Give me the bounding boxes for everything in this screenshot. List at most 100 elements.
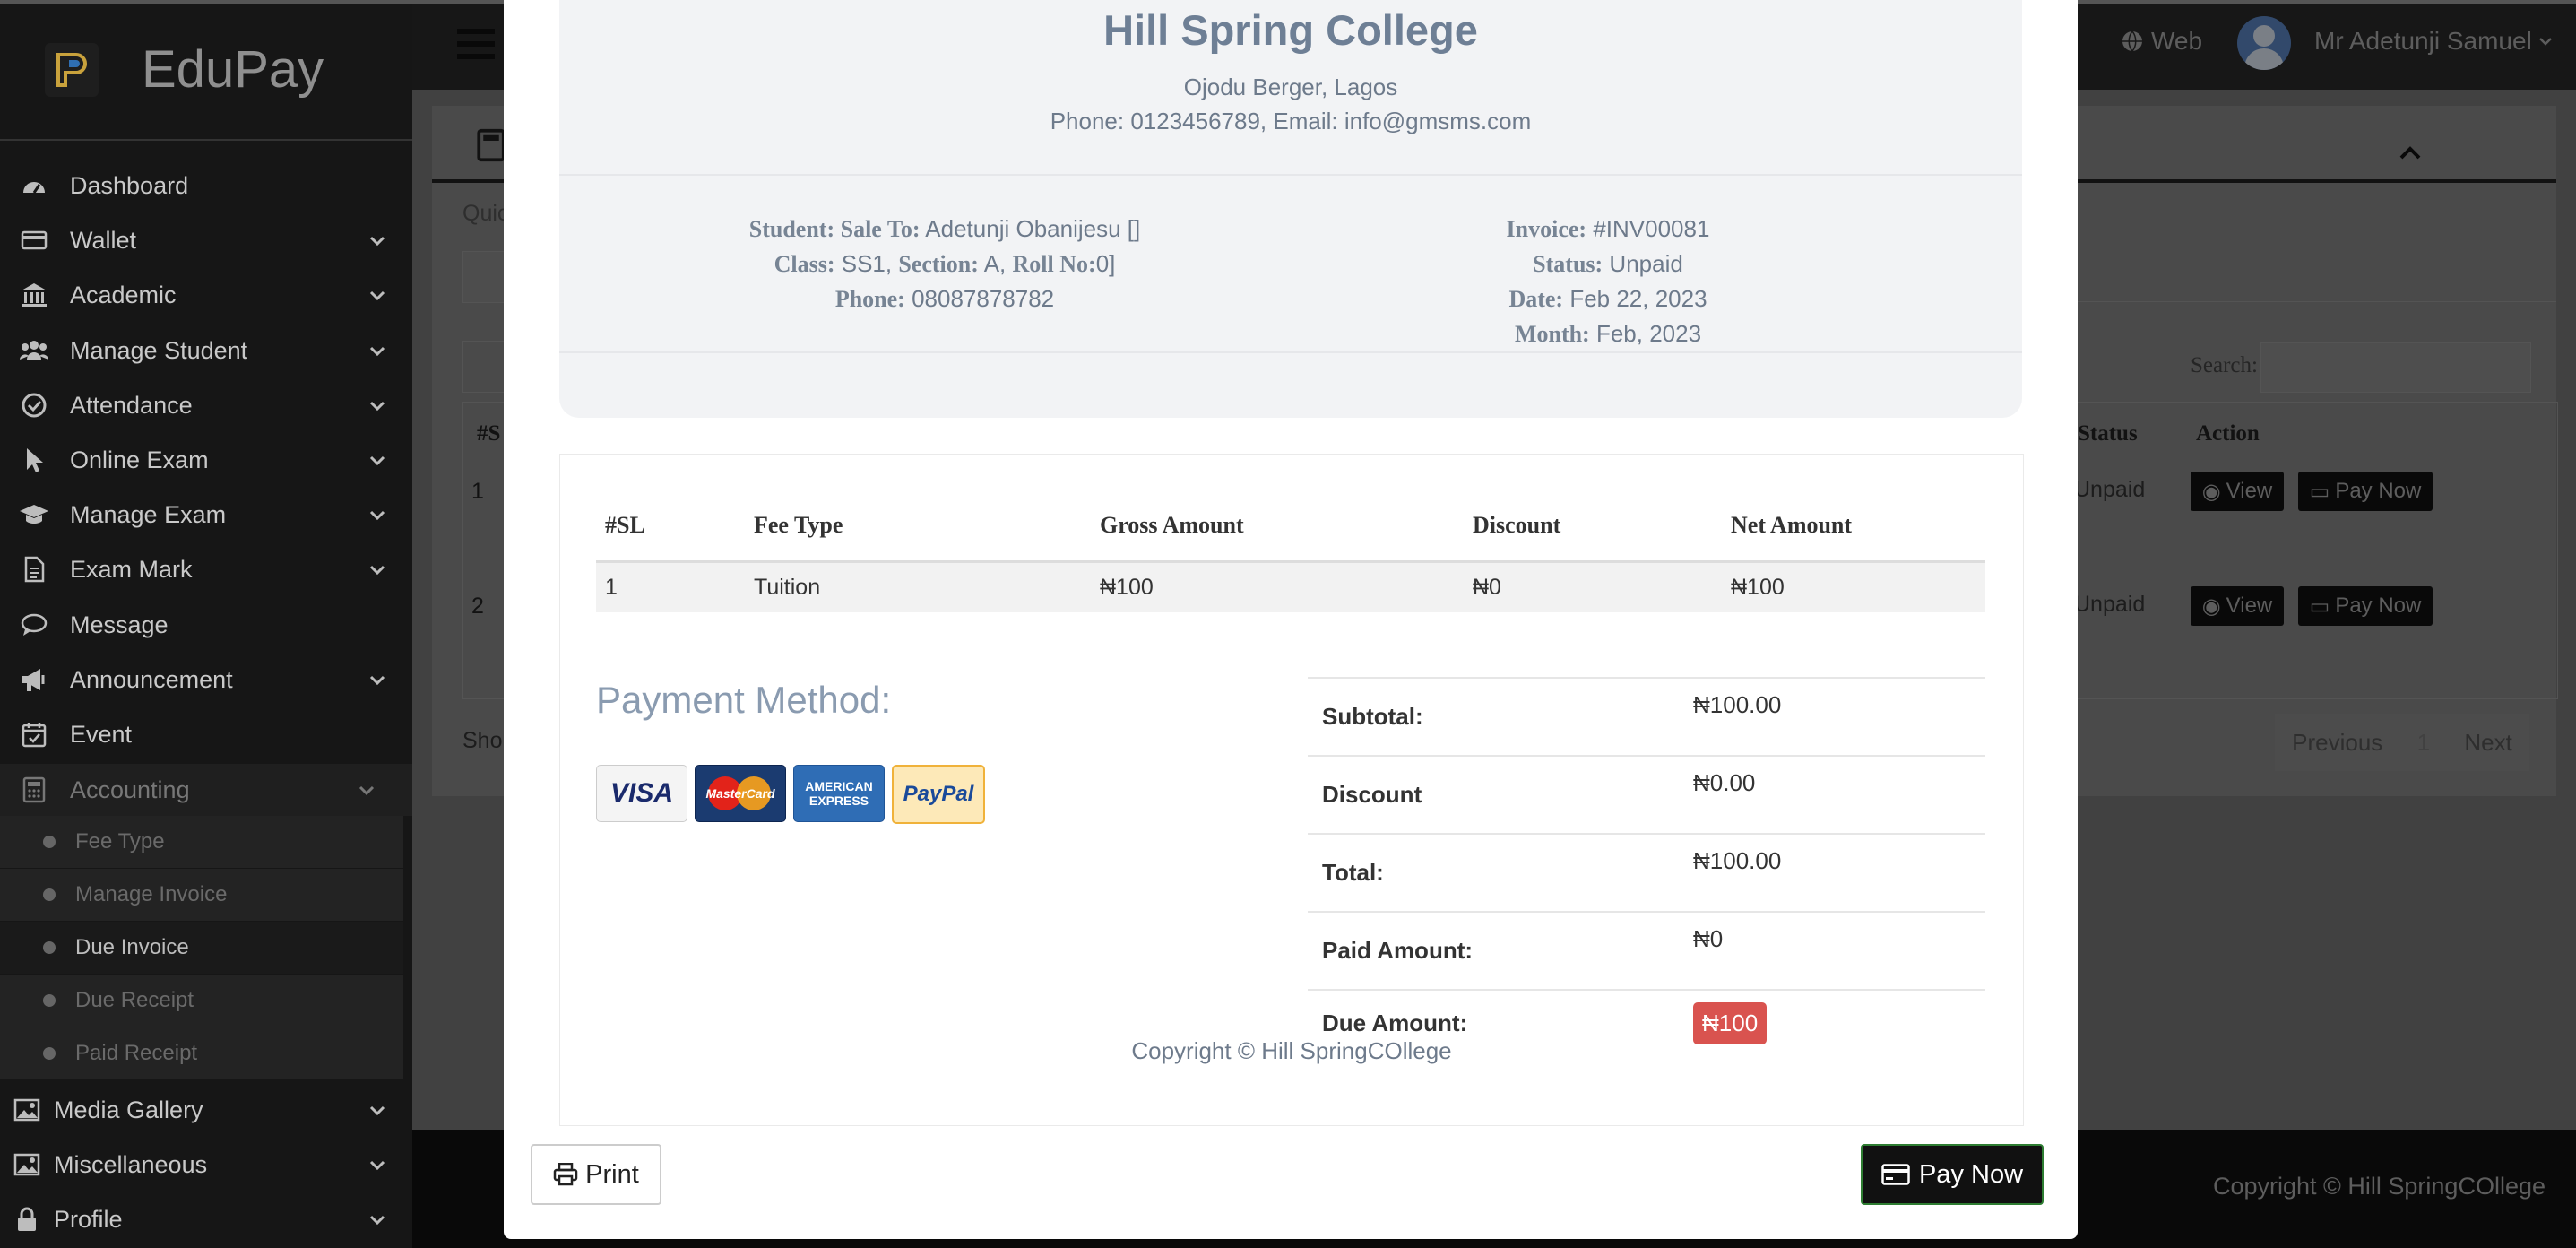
cell-net-amount: ₦100 [1722, 561, 1985, 612]
totals-table: Subtotal: ₦100.00 Discount ₦0.00 Total: ₦10… [1308, 677, 1985, 1055]
school-name: Hill Spring College [1103, 6, 1478, 54]
pay-now-button[interactable]: Pay Now [1861, 1144, 2044, 1205]
sidebar-item-label: Manage Exam [70, 500, 227, 528]
chevron-down-icon [369, 1215, 385, 1226]
sidebar-item-media-gallery[interactable]: Media Gallery [0, 1084, 412, 1136]
discount-label: Discount [1308, 755, 1692, 834]
subitem-label: Paid Receipt [75, 1041, 198, 1065]
sidebar-item-label: Attendance [70, 391, 193, 419]
class-label: Class: [774, 251, 835, 277]
roll-label: Roll No: [1012, 251, 1096, 277]
brand: EduPay [0, 0, 412, 141]
sidebar-subitem-fee-type[interactable]: Fee Type [0, 816, 403, 868]
image-icon [9, 1149, 45, 1180]
total-value: ₦100.00 [1692, 833, 1985, 912]
paid-amount-label: Paid Amount: [1308, 911, 1692, 990]
card-label: PayPal [903, 782, 974, 806]
invoice-number-info: Invoice: #INV00081 [1366, 215, 1850, 243]
date-value: Feb 22, 2023 [1569, 285, 1707, 312]
subitem-label: Due Receipt [75, 988, 194, 1012]
sidebar-item-dashboard[interactable]: Dashboard [0, 160, 412, 212]
sidebar-item-label: Academic [70, 281, 177, 308]
users-icon [16, 335, 52, 366]
sidebar-item-announcement[interactable]: Announcement [0, 654, 412, 706]
sidebar-item-label: Manage Student [70, 336, 248, 364]
payment-method-title: Payment Method: [596, 679, 892, 721]
print-button[interactable]: Print [531, 1144, 661, 1205]
section-label: Section: [898, 251, 979, 277]
school-contact: Phone: 0123456789, Email: info@gmsms.com [1050, 108, 1532, 134]
sidebar-subitem-manage-invoice[interactable]: Manage Invoice [0, 869, 403, 921]
sidebar-item-attendance[interactable]: Attendance [0, 379, 412, 431]
sidebar-item-manage-student[interactable]: Manage Student [0, 325, 412, 377]
calculator-icon [16, 775, 52, 805]
roll-value: 0] [1095, 250, 1116, 277]
bullet-icon [43, 888, 56, 901]
subitem-label: Fee Type [75, 829, 165, 854]
sidebar-item-academic[interactable]: Academic [0, 269, 412, 321]
brand-name[interactable]: EduPay [142, 39, 324, 100]
sidebar-item-profile[interactable]: Profile [0, 1193, 412, 1245]
sidebar-item-label: Announcement [70, 665, 233, 693]
invoice-label: Invoice: [1506, 216, 1587, 242]
sidebar-item-online-exam[interactable]: Online Exam [0, 434, 412, 486]
cell-discount: ₦0 [1464, 561, 1722, 612]
subitem-label: Manage Invoice [75, 882, 228, 906]
mastercard-icon: MasterCard [695, 765, 786, 822]
header-sl: #SL [596, 490, 745, 563]
sidebar-item-accounting[interactable]: Accounting [0, 764, 412, 816]
student-info: Student: Sale To: Adetunji Obanijesu [] [649, 215, 1240, 243]
printer-icon [553, 1163, 578, 1186]
sidebar-item-message[interactable]: Message [0, 599, 412, 651]
chevron-down-icon [369, 455, 385, 466]
check-circle-icon [16, 390, 52, 420]
wallet-icon [16, 225, 52, 256]
dashboard-icon [16, 170, 52, 201]
sidebar-item-label: Miscellaneous [54, 1150, 208, 1178]
megaphone-icon [16, 664, 52, 695]
sidebar-item-label: Online Exam [70, 446, 209, 473]
totals-row: Discount ₦0.00 [1308, 755, 1985, 834]
chevron-down-icon [359, 785, 375, 796]
sidebar-item-event[interactable]: Event [0, 708, 412, 760]
sidebar-subitem-paid-receipt[interactable]: Paid Receipt [0, 1027, 403, 1079]
header-fee-type: Fee Type [745, 490, 1091, 563]
sidebar-item-wallet[interactable]: Wallet [0, 214, 412, 266]
sidebar-item-label: Event [70, 720, 133, 748]
sidebar-subitem-due-receipt[interactable]: Due Receipt [0, 975, 403, 1027]
subitem-label: Due Invoice [75, 935, 189, 959]
card-label: MasterCard [705, 786, 775, 801]
header-discount: Discount [1464, 490, 1722, 563]
student-label: Student: Sale To: [748, 216, 921, 242]
totals-row: Subtotal: ₦100.00 [1308, 677, 1985, 756]
invoice-modal: Hill Spring College Ojodu Berger, Lagos … [504, 0, 2078, 1239]
fee-table: #SL Fee Type Gross Amount Discount Net A… [596, 490, 1985, 612]
phone-value: 08087878782 [912, 285, 1055, 312]
chat-icon [16, 610, 52, 640]
total-label: Total: [1308, 833, 1692, 912]
chevron-down-icon [369, 236, 385, 247]
divider [559, 174, 2022, 176]
phone-info: Phone: 08087878782 [649, 285, 1240, 313]
pointer-icon [16, 445, 52, 475]
totals-row: Total: ₦100.00 [1308, 833, 1985, 912]
class-info: Class: SS1, Section: A, Roll No:0] [649, 250, 1240, 278]
sidebar-item-label: Dashboard [70, 171, 189, 199]
status-value: Unpaid [1609, 250, 1683, 277]
sidebar-item-label: Accounting [70, 776, 190, 803]
phone-label: Phone: [834, 286, 905, 312]
sidebar-item-miscellaneous[interactable]: Miscellaneous [0, 1139, 412, 1191]
subtotal-value: ₦100.00 [1692, 677, 1985, 756]
paid-amount-value: ₦0 [1692, 911, 1985, 990]
sidebar-subitem-due-invoice[interactable]: Due Invoice [0, 922, 403, 974]
invoice-body: #SL Fee Type Gross Amount Discount Net A… [559, 454, 2024, 1126]
header-net-amount: Net Amount [1722, 490, 1985, 563]
sidebar-item-exam-mark[interactable]: Exam Mark [0, 543, 412, 595]
sidebar-item-manage-exam[interactable]: Manage Exam [0, 489, 412, 541]
month-label: Month: [1514, 321, 1590, 347]
discount-value: ₦0.00 [1692, 755, 1985, 834]
chevron-down-icon [369, 290, 385, 301]
section-value: A, [983, 250, 1007, 277]
visa-card-icon: VISA [596, 765, 687, 822]
month-info: Month: Feb, 2023 [1366, 320, 1850, 348]
